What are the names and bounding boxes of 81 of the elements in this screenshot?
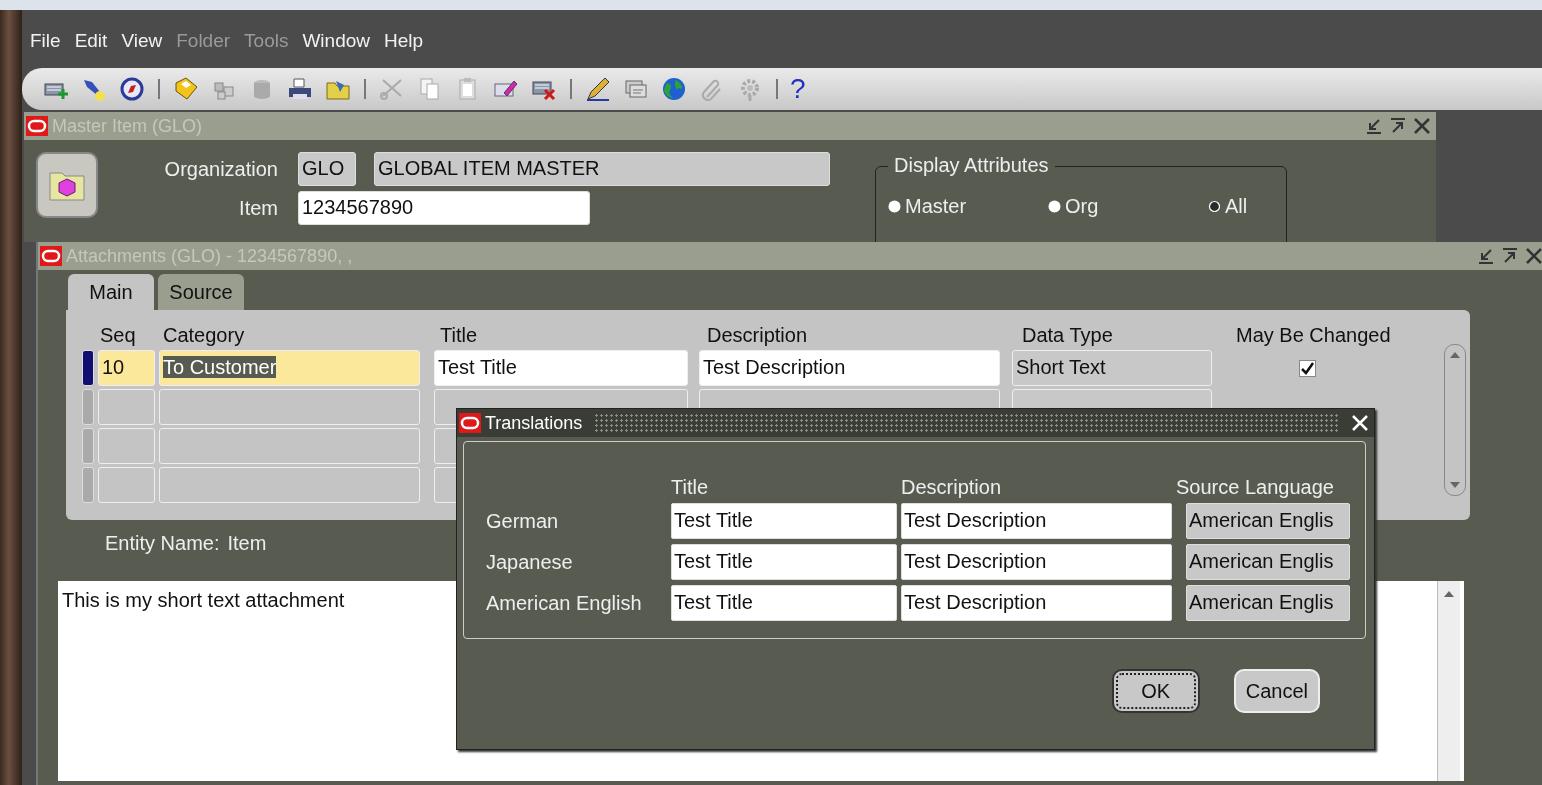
group-legend: Display Attributes — [888, 154, 1055, 177]
scrollbar[interactable] — [1444, 344, 1466, 496]
window-title: Translations — [485, 412, 583, 434]
ring-icon — [40, 246, 62, 266]
language-label: American English — [486, 591, 643, 615]
menu-item[interactable]: View — [121, 30, 163, 60]
column-header: Description — [901, 476, 1003, 498]
seq-cell[interactable] — [98, 389, 155, 425]
close-icon[interactable] — [1524, 246, 1542, 266]
column-header: Description — [706, 324, 809, 346]
category-cell[interactable]: To Customer — [159, 350, 420, 386]
menu-item[interactable]: Edit — [74, 30, 108, 60]
title-field[interactable]: Test Title — [671, 585, 897, 621]
help-icon[interactable]: ? — [790, 75, 806, 103]
entity-label: Entity Name: — [105, 532, 220, 555]
pen-icon[interactable] — [584, 75, 612, 103]
radio-option[interactable]: Master — [888, 195, 1048, 218]
column-header: Title — [671, 476, 710, 498]
menu-item[interactable]: File — [30, 30, 61, 60]
column-header: Source Language — [1175, 476, 1335, 498]
dialog-button[interactable]: OK — [1111, 669, 1200, 713]
description-cell[interactable]: Test Description — [699, 350, 1000, 386]
attachment-text: This is my short text attachment — [61, 588, 346, 613]
globe-icon[interactable] — [660, 75, 688, 103]
category-cell[interactable] — [159, 428, 420, 464]
category-cell[interactable] — [159, 467, 420, 503]
language-label: Japanese — [486, 550, 574, 574]
category-cell[interactable] — [159, 389, 420, 425]
language-label: German — [486, 509, 560, 533]
column-header: Seq — [99, 324, 137, 346]
organization-name-field[interactable]: GLOBAL ITEM MASTER — [374, 152, 830, 186]
description-field[interactable]: Test Description — [901, 544, 1172, 580]
source-language-field[interactable]: American Englis — [1186, 503, 1350, 539]
radio-label: Org — [1065, 195, 1099, 218]
column-header: Data Type — [1021, 324, 1114, 346]
radio-dot[interactable] — [888, 200, 901, 213]
toolbar-separator — [776, 79, 778, 99]
organization-code-field[interactable]: GLO — [298, 152, 356, 186]
title-field[interactable]: Test Title — [671, 544, 897, 580]
description-field[interactable]: Test Description — [901, 585, 1172, 621]
scrollbar[interactable] — [1437, 581, 1460, 781]
tab[interactable]: Main — [68, 274, 154, 310]
tab[interactable]: Source — [158, 274, 244, 310]
column-header: Category — [162, 324, 246, 346]
description-field[interactable]: Test Description — [901, 503, 1172, 539]
close-icon[interactable] — [1412, 116, 1432, 136]
dialog-button[interactable]: Cancel — [1233, 669, 1320, 713]
title-cell[interactable]: Test Title — [434, 350, 688, 386]
radio-label: All — [1225, 195, 1248, 218]
radio-option[interactable]: Org — [1048, 195, 1208, 218]
title-field[interactable]: Test Title — [671, 503, 897, 539]
minimize-icon[interactable] — [1476, 246, 1496, 266]
radio-option[interactable]: All — [1208, 195, 1248, 218]
minimize-icon[interactable] — [1364, 116, 1384, 136]
toolbar-separator — [364, 79, 366, 99]
item-field[interactable]: 1234567890 — [298, 191, 590, 225]
radio-label: Master — [905, 195, 967, 218]
compass-icon[interactable] — [118, 75, 146, 103]
field-label: Organization — [163, 157, 279, 181]
checkbox[interactable] — [1298, 359, 1316, 377]
seq-cell[interactable] — [98, 467, 155, 503]
column-header: Title — [439, 324, 479, 346]
menu-item[interactable]: Window — [302, 30, 370, 60]
toolbar-separator — [158, 79, 160, 99]
column-header: May Be Changed — [1235, 324, 1392, 346]
radio-dot[interactable] — [1208, 200, 1221, 213]
source-language-field[interactable]: American Englis — [1186, 544, 1350, 580]
toolbar-separator — [570, 79, 572, 99]
side-tab[interactable] — [36, 152, 98, 218]
data-type-cell[interactable]: Short Text — [1012, 350, 1212, 386]
cube-folder-icon — [49, 169, 85, 201]
seq-cell[interactable]: 10 — [98, 350, 155, 386]
ring-icon — [459, 413, 481, 433]
seq-cell[interactable] — [98, 428, 155, 464]
row-indicator[interactable] — [82, 350, 94, 386]
source-language-field[interactable]: American Englis — [1186, 585, 1350, 621]
ring-icon — [26, 116, 48, 136]
radio-dot[interactable] — [1048, 200, 1061, 213]
entity-value: Item — [227, 532, 267, 555]
menu-item[interactable]: Help — [384, 30, 424, 60]
field-label: Item — [238, 196, 279, 220]
